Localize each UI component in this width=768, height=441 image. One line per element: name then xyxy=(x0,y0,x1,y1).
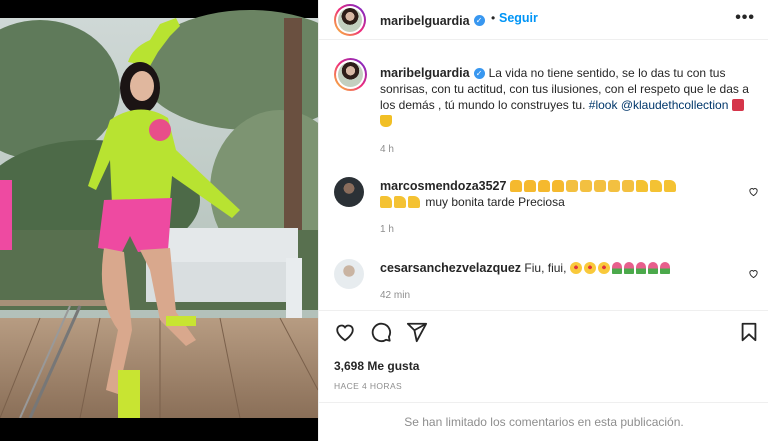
post-photo-image xyxy=(0,0,318,441)
post-header: maribelguardia ✓ • Seguir ••• xyxy=(319,0,768,40)
thumb-emoji-icon xyxy=(394,196,406,208)
more-icon[interactable]: ••• xyxy=(735,9,755,27)
like-comment-heart-icon[interactable] xyxy=(748,268,759,279)
post-date[interactable]: HACE 4 HORAS xyxy=(334,381,402,391)
clap-emoji-icon xyxy=(593,180,606,192)
comment-text-block: marcosmendoza3527 muy bonita tarde Preci… xyxy=(380,178,738,210)
clap-emoji-icon xyxy=(579,180,592,192)
comment-text: muy bonita tarde Preciosa xyxy=(425,195,565,209)
tulip-emoji-icon xyxy=(611,262,622,274)
author-username[interactable]: maribelguardia xyxy=(380,14,470,28)
tulip-emoji-icon xyxy=(623,262,634,274)
hug-emoji-icon xyxy=(551,180,564,192)
comment-time: 42 min xyxy=(380,290,411,301)
thumb-emoji-icon xyxy=(663,180,676,192)
comment-text-block: cesarsanchezvelazquez Fiu, fiui, xyxy=(380,260,738,276)
star-emoji-icon xyxy=(569,262,582,274)
likes-count[interactable]: 3,698 Me gusta xyxy=(334,359,419,373)
star-emoji-icon xyxy=(583,262,596,274)
caption-avatar[interactable] xyxy=(334,58,367,91)
hug-emoji-icon xyxy=(537,180,550,192)
follow-button[interactable]: Seguir xyxy=(499,11,538,25)
caption-avatar-image xyxy=(338,62,363,87)
caption-mention[interactable]: @klaudethcollection xyxy=(621,98,729,112)
hug-emoji-icon xyxy=(509,180,522,192)
share-icon[interactable] xyxy=(406,321,428,343)
shirt-emoji-icon xyxy=(731,99,744,111)
commenter-avatar[interactable] xyxy=(334,259,364,289)
post-photo[interactable] xyxy=(0,0,318,441)
caption-hashtag[interactable]: #look xyxy=(589,98,618,112)
comments-limited-notice: Se han limitado los comentarios en esta … xyxy=(319,402,768,441)
comment-emoji-line xyxy=(569,261,672,275)
clap-emoji-icon xyxy=(565,180,578,192)
comment-username[interactable]: marcosmendoza3527 xyxy=(380,179,506,193)
clap-emoji-icon xyxy=(621,180,634,192)
comment-icon[interactable] xyxy=(370,321,392,343)
comment-username[interactable]: cesarsanchezvelazquez xyxy=(380,261,521,275)
comment-time: 1 h xyxy=(380,224,394,235)
separator-dot: • xyxy=(491,11,496,25)
thumb-emoji-icon xyxy=(408,196,420,208)
hug-emoji-icon xyxy=(523,180,536,192)
comment-text: Fiu, fiui, xyxy=(524,261,567,275)
clap-emoji-icon xyxy=(607,180,620,192)
bookmark-icon[interactable] xyxy=(738,321,760,343)
thumb-emoji-icon xyxy=(380,196,392,208)
author-avatar[interactable] xyxy=(334,4,366,36)
comments-list[interactable]: maribelguardia ✓ La vida no tiene sentido,… xyxy=(319,48,768,310)
tulip-emoji-icon xyxy=(647,262,658,274)
like-comment-heart-icon[interactable] xyxy=(748,186,759,197)
caption-text-block: maribelguardia ✓ La vida no tiene sentido,… xyxy=(380,65,756,129)
dress-emoji-icon xyxy=(380,115,392,127)
caption-username[interactable]: maribelguardia xyxy=(380,66,470,80)
commenter-avatar[interactable] xyxy=(334,177,364,207)
tulip-emoji-icon xyxy=(659,262,670,274)
verified-icon: ✓ xyxy=(473,15,485,27)
author-name-group[interactable]: maribelguardia ✓ xyxy=(380,12,485,30)
star-emoji-icon xyxy=(597,262,610,274)
comment-emoji-line xyxy=(509,179,678,193)
tulip-emoji-icon xyxy=(635,262,646,274)
author-avatar-image xyxy=(338,8,362,32)
heart-icon[interactable] xyxy=(334,321,356,343)
comment-emoji-line xyxy=(380,195,422,209)
thumb-emoji-icon xyxy=(649,180,662,192)
verified-icon: ✓ xyxy=(473,68,485,80)
caption-time: 4 h xyxy=(380,144,394,155)
instagram-post-window: maribelguardia ✓ • Seguir ••• maribelguar… xyxy=(0,0,768,441)
post-details-panel: maribelguardia ✓ • Seguir ••• maribelguar… xyxy=(318,0,768,441)
post-actions: 3,698 Me gusta HACE 4 HORAS Se han limit… xyxy=(319,310,768,440)
thumb-emoji-icon xyxy=(635,180,648,192)
